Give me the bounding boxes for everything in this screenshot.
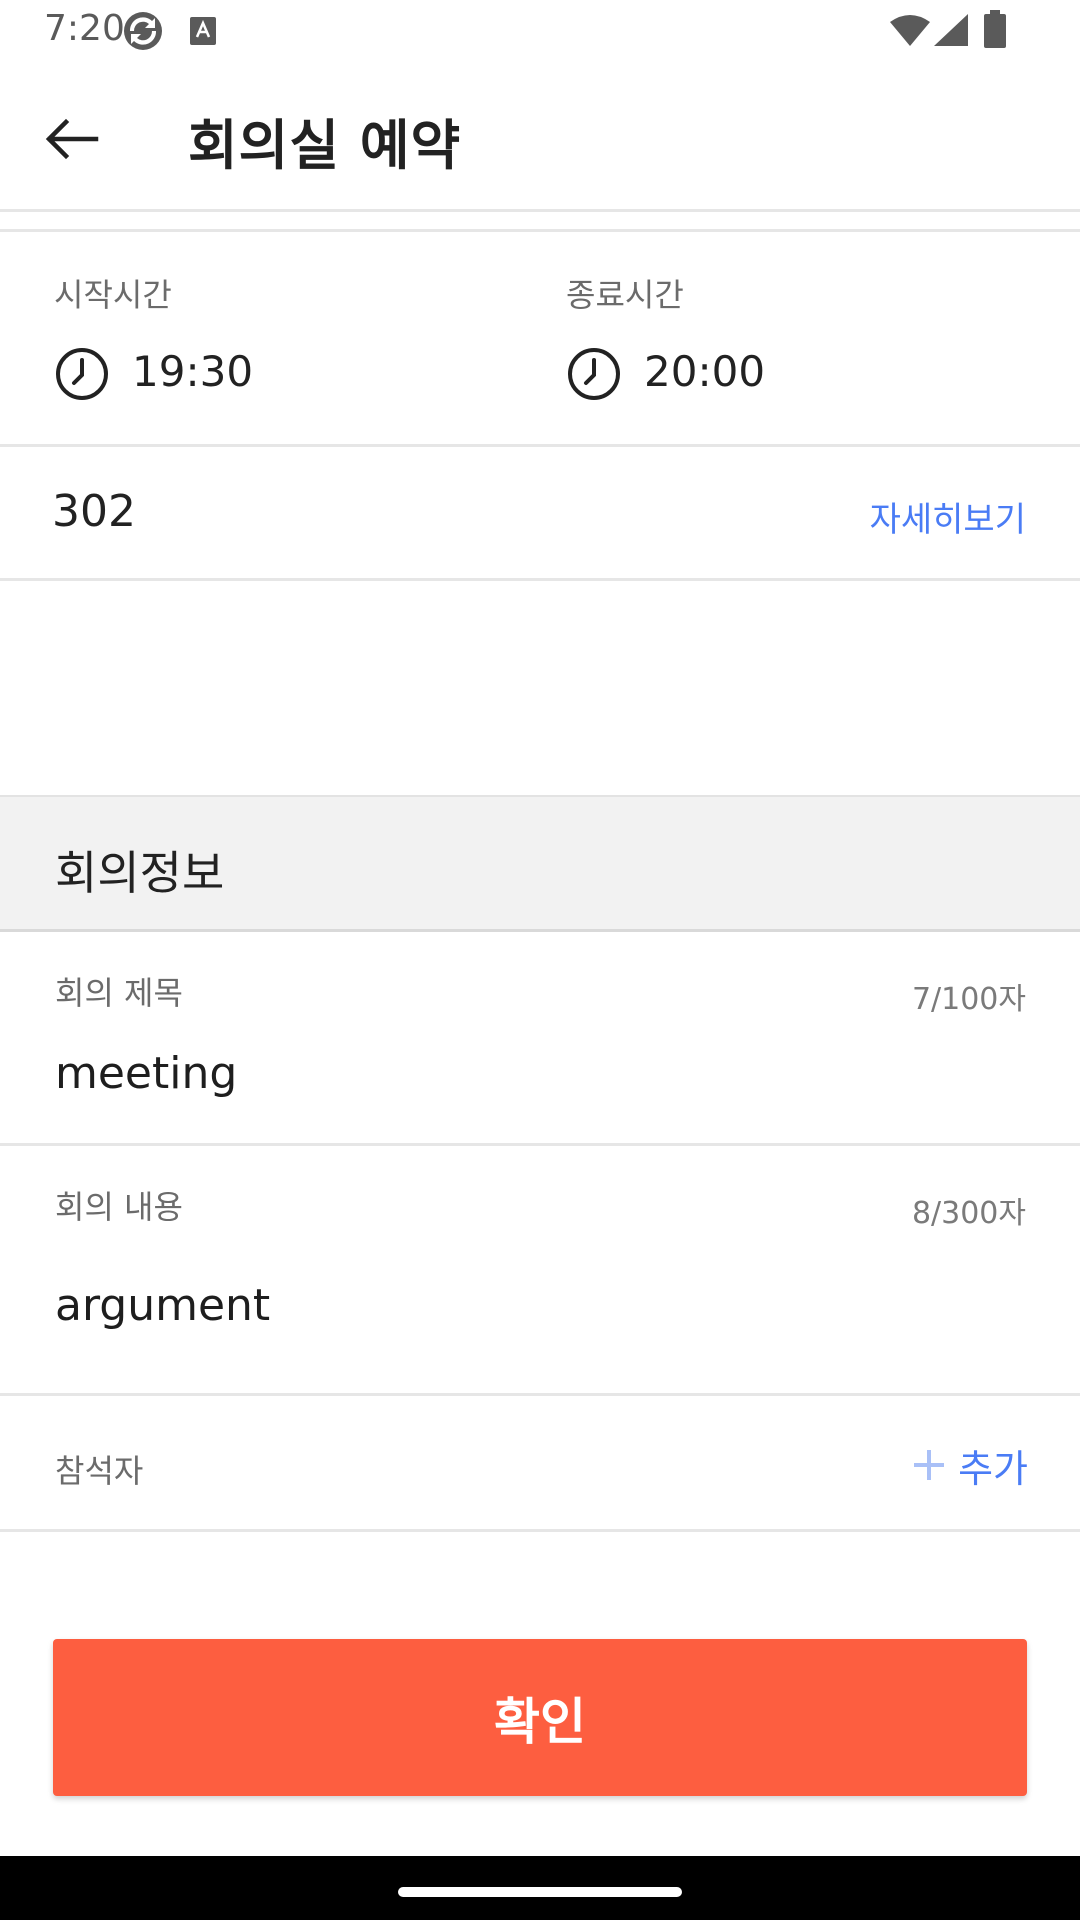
meeting-title-value: meeting — [55, 1048, 238, 1099]
arrow-left-icon — [45, 118, 99, 160]
confirm-button[interactable]: 확인 — [53, 1639, 1027, 1796]
page-title: 회의실 예약 — [188, 114, 462, 177]
meeting-title-field[interactable]: 회의 제목 7/100자 meeting — [0, 930, 1080, 1142]
status-time: 7:20 — [44, 8, 125, 49]
header-divider — [0, 229, 1080, 232]
end-time-value: 20:00 — [644, 347, 766, 396]
attendees-divider — [0, 1529, 1080, 1532]
end-time-label: 종료시간 — [566, 276, 684, 314]
meeting-info-header: 회의정보 — [0, 795, 1080, 932]
signal-icon — [934, 14, 968, 50]
home-handle[interactable] — [398, 1887, 682, 1897]
room-detail-link[interactable]: 자세히보기 — [870, 492, 1026, 541]
meeting-content-label: 회의 내용 — [55, 1188, 183, 1226]
status-bar: 7:20 — [0, 0, 1080, 63]
add-attendee-label: 추가 — [958, 1446, 1028, 1491]
plus-icon — [914, 1450, 945, 1480]
meeting-content-count: 8/300자 — [911, 1196, 1026, 1231]
meeting-title-label: 회의 제목 — [55, 974, 183, 1012]
meeting-content-value: argument — [55, 1280, 271, 1331]
add-attendee-button[interactable]: 추가 — [914, 1440, 1028, 1491]
keyboard-a-icon — [190, 17, 216, 49]
end-time-picker[interactable]: 20:00 — [566, 340, 946, 410]
sync-icon — [122, 10, 164, 56]
time-divider — [0, 444, 1080, 447]
start-time-picker[interactable]: 19:30 — [54, 340, 434, 410]
start-time-label: 시작시간 — [54, 276, 172, 314]
room-divider — [0, 578, 1080, 581]
room-number: 302 — [52, 486, 136, 537]
meeting-title-count: 7/100자 — [911, 982, 1026, 1017]
section-title: 회의정보 — [55, 846, 225, 900]
start-time-value: 19:30 — [132, 347, 254, 396]
content-divider — [0, 1393, 1080, 1396]
attendees-label: 참석자 — [55, 1452, 144, 1490]
meeting-content-field[interactable]: 회의 내용 8/300자 argument — [0, 1146, 1080, 1392]
app-bar: 회의실 예약 — [0, 63, 1080, 212]
clock-icon — [56, 348, 108, 400]
battery-icon — [984, 10, 1006, 52]
navigation-bar — [0, 1856, 1080, 1920]
clock-icon — [568, 348, 620, 400]
back-button[interactable] — [36, 103, 108, 175]
wifi-icon — [890, 14, 930, 50]
